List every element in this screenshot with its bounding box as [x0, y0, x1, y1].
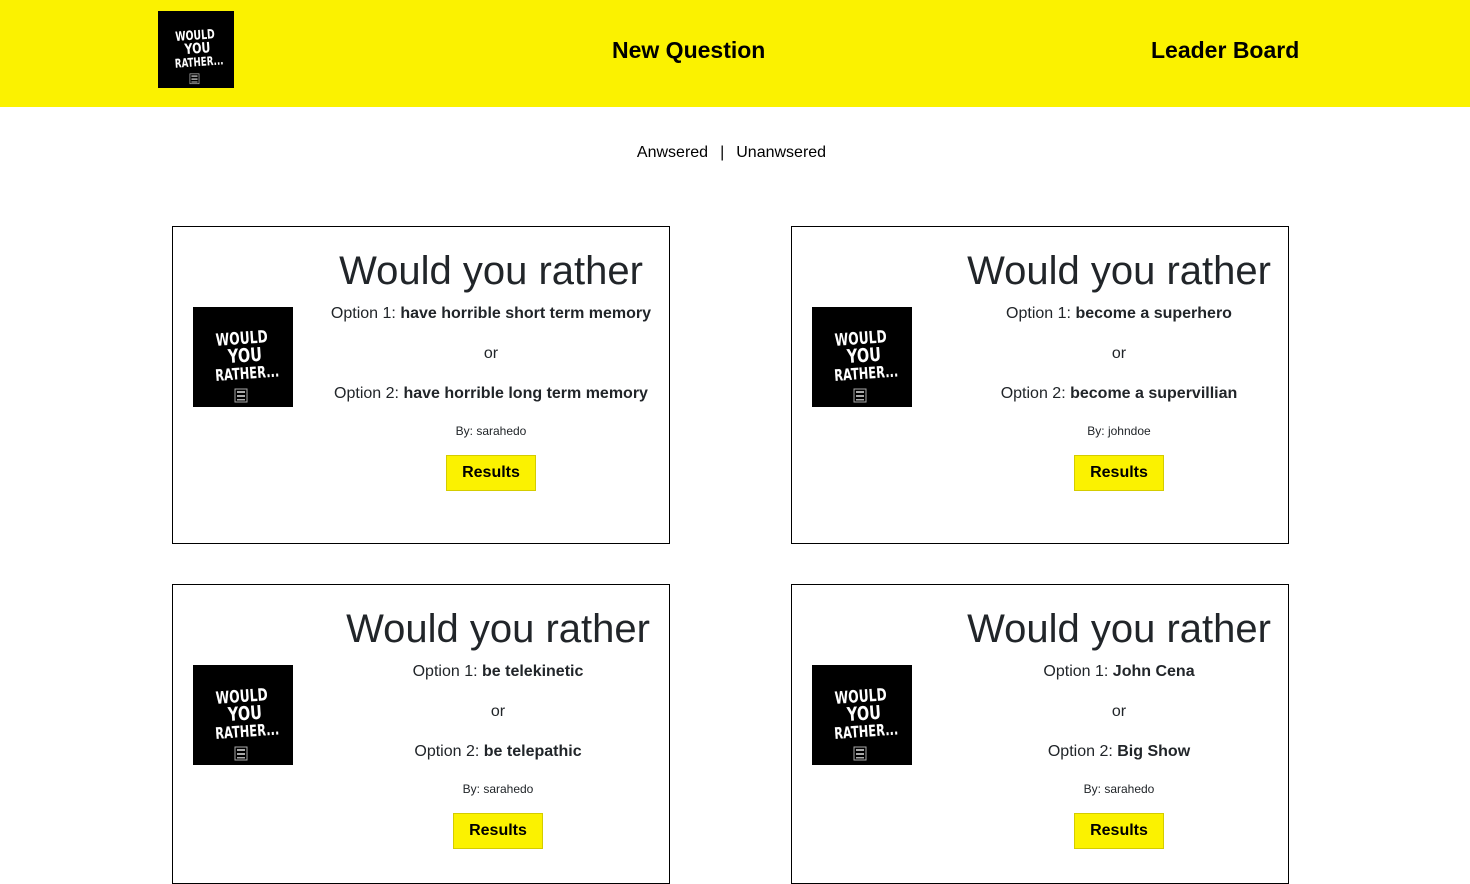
question-card: Would you rather Option 1: John Cena or …: [791, 584, 1289, 884]
option-two-prefix: Option 2:: [334, 385, 399, 402]
question-author: By: johndoe: [1087, 424, 1151, 438]
author-avatar: [193, 665, 293, 765]
or-divider: or: [490, 703, 506, 720]
question-title: Would you rather: [339, 249, 643, 293]
option-two-prefix: Option 2:: [414, 743, 480, 760]
nav-new-question[interactable]: New Question: [612, 37, 765, 64]
option-two: Option 2: have horrible long term memory: [321, 383, 661, 405]
filter-unanswered[interactable]: Unanwsered: [736, 144, 826, 161]
option-two-text: have horrible long term memory: [403, 385, 648, 402]
filter-separator: |: [720, 144, 725, 161]
option-one: Option 1: be telekinetic: [328, 661, 668, 683]
question-author: By: sarahedo: [1083, 782, 1155, 796]
question-filter: Anwsered | Unanwsered: [0, 144, 1463, 162]
logo-image: [158, 11, 234, 88]
results-button[interactable]: Results: [453, 813, 543, 849]
results-button[interactable]: Results: [446, 455, 536, 491]
option-two: Option 2: become a supervillian: [949, 383, 1289, 405]
option-two: Option 2: Big Show: [949, 741, 1289, 763]
option-one-text: become a superhero: [1075, 305, 1232, 322]
question-title: Would you rather: [967, 607, 1271, 651]
question-card: Would you rather Option 1: become a supe…: [791, 226, 1289, 544]
question-content: Would you rather Option 1: have horrible…: [321, 245, 661, 491]
nav-leader-board[interactable]: Leader Board: [1151, 37, 1299, 64]
would-you-rather-logo[interactable]: [158, 11, 234, 88]
question-card: Would you rather Option 1: have horrible…: [172, 226, 670, 544]
option-two-prefix: Option 2:: [1000, 385, 1066, 402]
option-one: Option 1: have horrible short term memor…: [321, 303, 661, 325]
question-content: Would you rather Option 1: be telekineti…: [328, 603, 668, 849]
results-button[interactable]: Results: [1074, 455, 1164, 491]
app-header: New Question Leader Board: [0, 0, 1470, 107]
option-one-text: have horrible short term memory: [400, 305, 652, 322]
author-avatar: [812, 307, 912, 407]
question-title: Would you rather: [346, 607, 650, 651]
option-two-text: Big Show: [1117, 743, 1191, 760]
option-two: Option 2: be telepathic: [328, 741, 668, 763]
option-two-prefix: Option 2:: [1047, 743, 1113, 760]
or-divider: or: [1111, 703, 1127, 720]
question-title: Would you rather: [967, 249, 1271, 293]
option-two-text: become a supervillian: [1070, 385, 1238, 402]
option-one-prefix: Option 1:: [1043, 663, 1109, 680]
author-avatar: [193, 307, 293, 407]
or-divider: or: [1111, 345, 1127, 362]
question-author: By: sarahedo: [462, 782, 534, 796]
option-one-prefix: Option 1:: [412, 663, 478, 680]
question-card: Would you rather Option 1: be telekineti…: [172, 584, 670, 884]
question-content: Would you rather Option 1: John Cena or …: [949, 603, 1289, 849]
option-one-prefix: Option 1:: [1006, 305, 1071, 322]
option-one: Option 1: become a superhero: [949, 303, 1289, 325]
or-divider: or: [483, 345, 499, 362]
option-one-prefix: Option 1:: [330, 305, 396, 322]
option-two-text: be telepathic: [483, 743, 582, 760]
option-one-text: John Cena: [1112, 663, 1195, 680]
question-content: Would you rather Option 1: become a supe…: [949, 245, 1289, 491]
question-author: By: sarahedo: [455, 424, 527, 438]
results-button[interactable]: Results: [1074, 813, 1164, 849]
author-avatar: [812, 665, 912, 765]
filter-answered[interactable]: Anwsered: [637, 144, 708, 161]
option-one-text: be telekinetic: [482, 663, 584, 680]
option-one: Option 1: John Cena: [949, 661, 1289, 683]
